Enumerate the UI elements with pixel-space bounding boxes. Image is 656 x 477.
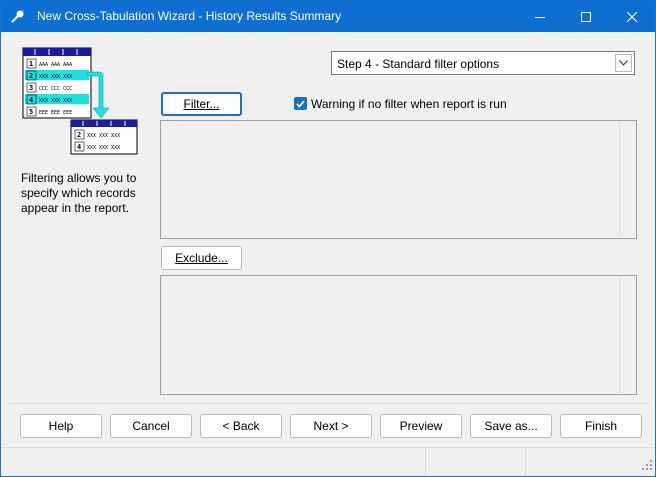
- status-pane: [425, 448, 526, 476]
- illustration-row-number: 3: [29, 84, 33, 92]
- illustration-row-text: AAA AAA AAA: [39, 62, 72, 68]
- help-button-label: Help: [48, 419, 74, 433]
- resize-grip-icon[interactable]: [642, 459, 652, 473]
- illustration-row-text: XXX XXX XXX: [39, 98, 72, 104]
- preview-button-label: Preview: [399, 419, 443, 433]
- illustration-row-text: EEE EEE EEE: [39, 110, 72, 116]
- wizard-window: New Cross-Tabulation Wizard - History Re…: [0, 0, 656, 477]
- checkmark-icon: [296, 97, 305, 111]
- title-bar[interactable]: New Cross-Tabulation Wizard - History Re…: [1, 1, 655, 32]
- illustration-row-text: XXX XXX XXX: [87, 145, 120, 151]
- filter-button-label: Filter...: [183, 97, 220, 111]
- illustration-row-number: 4: [29, 96, 33, 104]
- filter-button[interactable]: Filter...: [161, 92, 242, 116]
- filter-illustration: 1 AAA AAA AAA 2 XXX XXX XXX 3 CCC CCC CCC 4 XXX…: [21, 46, 141, 156]
- back-button[interactable]: < Back: [200, 414, 282, 438]
- next-button[interactable]: Next >: [290, 414, 372, 438]
- close-button[interactable]: [609, 1, 655, 32]
- step-selector-value: Step 4 - Standard filter options: [337, 57, 500, 71]
- minimize-button[interactable]: [517, 1, 563, 32]
- status-bar: [1, 447, 655, 476]
- chevron-down-icon[interactable]: [615, 54, 632, 72]
- save-as-button[interactable]: Save as...: [470, 414, 552, 438]
- close-icon: [627, 11, 637, 22]
- filter-list-scrollbar[interactable]: [619, 121, 636, 238]
- illustration-row-number: 1: [29, 60, 33, 68]
- step-selector[interactable]: Step 4 - Standard filter options: [331, 51, 635, 75]
- finish-button[interactable]: Finish: [560, 414, 642, 438]
- finish-button-label: Finish: [584, 419, 617, 433]
- maximize-button[interactable]: [563, 1, 609, 32]
- maximize-icon: [581, 11, 591, 22]
- minimize-icon: [535, 12, 545, 22]
- illustration-row-number: 4: [77, 143, 81, 151]
- preview-button[interactable]: Preview: [380, 414, 462, 438]
- cancel-button-label: Cancel: [132, 419, 170, 433]
- exclude-list-scrollbar[interactable]: [619, 276, 636, 394]
- wizard-app-icon: [9, 8, 27, 26]
- filter-description: Filtering allows you to specify which re…: [21, 171, 137, 215]
- warning-checkbox[interactable]: [294, 97, 307, 110]
- illustration-row-number: 2: [29, 72, 33, 80]
- exclude-list[interactable]: [160, 275, 637, 395]
- cancel-button[interactable]: Cancel: [110, 414, 192, 438]
- exclude-button[interactable]: Exclude...: [161, 246, 242, 270]
- illustration-row-number: 2: [77, 131, 81, 139]
- illustration-row-text: XXX XXX XXX: [87, 133, 120, 139]
- filter-list[interactable]: [160, 120, 637, 239]
- exclude-button-label: Exclude...: [175, 251, 228, 265]
- illustration-row-text: CCC CCC CCC: [39, 86, 72, 92]
- illustration-row-text: XXX XXX XXX: [39, 74, 72, 80]
- window-title: New Cross-Tabulation Wizard - History Re…: [37, 9, 342, 23]
- save-as-button-label: Save as...: [484, 419, 538, 433]
- help-button[interactable]: Help: [20, 414, 102, 438]
- separator: [9, 403, 649, 404]
- back-button-label: < Back: [222, 419, 260, 433]
- warning-checkbox-label[interactable]: Warning if no filter when report is run: [311, 97, 507, 111]
- status-pane: [525, 448, 626, 476]
- illustration-row-number: 5: [29, 108, 33, 116]
- next-button-label: Next >: [313, 419, 349, 433]
